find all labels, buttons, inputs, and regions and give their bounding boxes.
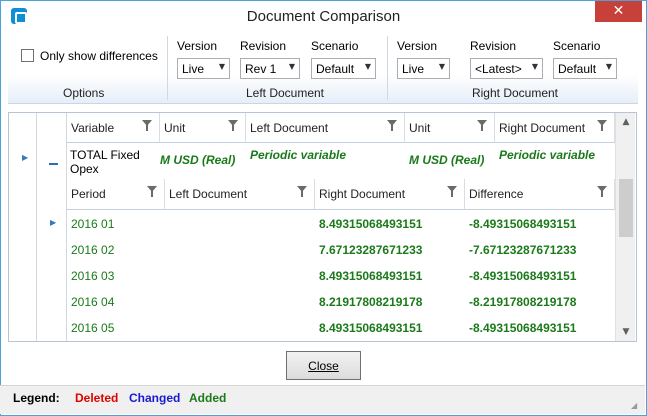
left-version-select[interactable]: Live ▼ [177, 58, 230, 79]
subheader-period-label: Period [71, 187, 106, 201]
period-cell: 2016 04 [71, 295, 115, 309]
difference-cell: -8.49315068493151 [469, 269, 577, 283]
only-differences-label: Only show differences [40, 49, 158, 63]
legend-changed: Changed [129, 391, 181, 405]
variable-name: TOTAL Fixed Opex [70, 148, 140, 176]
subheader-right-document-label: Right Document [319, 187, 406, 201]
filter-icon[interactable] [142, 120, 153, 132]
right-document-cell: 8.21917808219178 [319, 295, 423, 309]
right-version-label: Version [397, 39, 438, 53]
left-scenario-select[interactable]: Default ▼ [311, 58, 376, 79]
left-revision-label: Revision [240, 39, 287, 53]
header-left-document-label: Left Document [250, 121, 329, 135]
header-unit-label: Unit [164, 121, 186, 135]
filter-icon[interactable] [297, 186, 308, 198]
left-version-value: Live [182, 62, 205, 76]
left-scenario-label: Scenario [311, 39, 359, 53]
vertical-scrollbar[interactable]: ▲ ▼ [615, 113, 635, 341]
right-scenario-label: Scenario [553, 39, 601, 53]
chevron-down-icon: ▼ [288, 62, 295, 71]
options-group-label: Options [63, 86, 105, 100]
right-document-group-label: Right Document [471, 86, 559, 100]
right-scenario-select[interactable]: Default ▼ [553, 58, 617, 79]
right-document-cell: 8.49315068493151 [319, 321, 423, 335]
only-differences-checkbox[interactable] [21, 49, 34, 62]
legend-bar: Legend: Deleted Changed Added ◢ [0, 385, 645, 414]
header-unit-label: Unit [409, 121, 431, 135]
header-left-unit[interactable]: Unit [160, 113, 246, 143]
header-variable[interactable]: Variable [67, 113, 160, 143]
group-divider [167, 36, 168, 100]
legend-label: Legend: [13, 391, 60, 405]
right-document-cell: 7.67123287671233 [319, 243, 423, 257]
filter-icon[interactable] [477, 120, 488, 132]
right-document-cell: 8.49315068493151 [319, 217, 423, 231]
right-version-value: Live [402, 62, 425, 76]
header-variable-label: Variable [71, 121, 115, 135]
expand-column [37, 113, 67, 341]
difference-cell: -8.49315068493151 [469, 321, 577, 335]
close-button-label: Close [308, 359, 339, 373]
scrollbar-thumb[interactable] [619, 179, 633, 237]
filter-icon[interactable] [447, 186, 458, 198]
right-document-value: Periodic variable [499, 148, 596, 162]
difference-cell: -8.21917808219178 [469, 295, 577, 309]
scroll-up-icon[interactable]: ▲ [616, 117, 636, 127]
left-document-group-label: Left Document [245, 86, 325, 100]
right-revision-select[interactable]: <Latest> ▼ [470, 58, 543, 79]
title-bar: Document Comparison ✕ [1, 1, 646, 31]
right-revision-value: <Latest> [475, 62, 522, 76]
left-unit-value: M USD (Real) [160, 153, 236, 167]
row-pointer-icon: ▶ [50, 218, 57, 227]
subheader-difference-label: Difference [469, 187, 524, 201]
legend-added: Added [189, 391, 227, 405]
period-cell: 2016 03 [71, 269, 115, 283]
filter-icon[interactable] [597, 120, 608, 132]
subheader-difference[interactable]: Difference [465, 179, 615, 210]
subheader-left-document[interactable]: Left Document [165, 179, 315, 210]
chevron-down-icon: ▼ [364, 62, 371, 71]
left-document-value: Periodic variable [250, 148, 347, 162]
right-document-cell: 8.49315068493151 [319, 269, 423, 283]
header-right-document[interactable]: Right Document [495, 113, 615, 143]
row-pointer-icon: ▶ [22, 153, 29, 162]
comparison-grid: Variable Unit Left Document Unit Right D… [8, 112, 637, 342]
right-revision-label: Revision [470, 39, 517, 53]
header-right-document-label: Right Document [499, 121, 586, 135]
window-close-icon[interactable]: ✕ [595, 1, 642, 22]
window-title: Document Comparison [246, 8, 401, 25]
subheader-right-document[interactable]: Right Document [315, 179, 465, 210]
scroll-down-icon[interactable]: ▼ [616, 327, 636, 337]
close-button[interactable]: Close [286, 351, 361, 380]
period-cell: 2016 02 [71, 243, 115, 257]
left-scenario-value: Default [316, 62, 355, 76]
chevron-down-icon: ▼ [438, 62, 445, 71]
chevron-down-icon: ▼ [218, 62, 225, 71]
subheader-left-document-label: Left Document [169, 187, 248, 201]
subheader-period[interactable]: Period [67, 179, 165, 210]
header-left-document[interactable]: Left Document [246, 113, 405, 143]
filter-icon[interactable] [387, 120, 398, 132]
filter-icon[interactable] [228, 120, 239, 132]
left-revision-select[interactable]: Rev 1 ▼ [240, 58, 300, 79]
chevron-down-icon: ▼ [605, 62, 612, 71]
period-cell: 2016 05 [71, 321, 115, 335]
legend-deleted: Deleted [75, 391, 119, 405]
right-unit-value: M USD (Real) [409, 153, 485, 167]
collapse-icon[interactable] [49, 163, 58, 165]
left-version-label: Version [177, 39, 218, 53]
header-right-unit[interactable]: Unit [405, 113, 495, 143]
resize-grip-icon[interactable]: ◢ [631, 401, 641, 411]
difference-cell: -8.49315068493151 [469, 217, 577, 231]
filter-icon[interactable] [597, 186, 608, 198]
chevron-down-icon: ▼ [531, 62, 538, 71]
left-revision-value: Rev 1 [245, 62, 277, 76]
right-version-select[interactable]: Live ▼ [397, 58, 450, 79]
difference-cell: -7.67123287671233 [469, 243, 577, 257]
period-cell: 2016 01 [71, 217, 115, 231]
group-divider [387, 36, 388, 100]
right-scenario-value: Default [558, 62, 597, 76]
filter-icon[interactable] [147, 186, 158, 198]
row-indicator-column [9, 113, 37, 341]
